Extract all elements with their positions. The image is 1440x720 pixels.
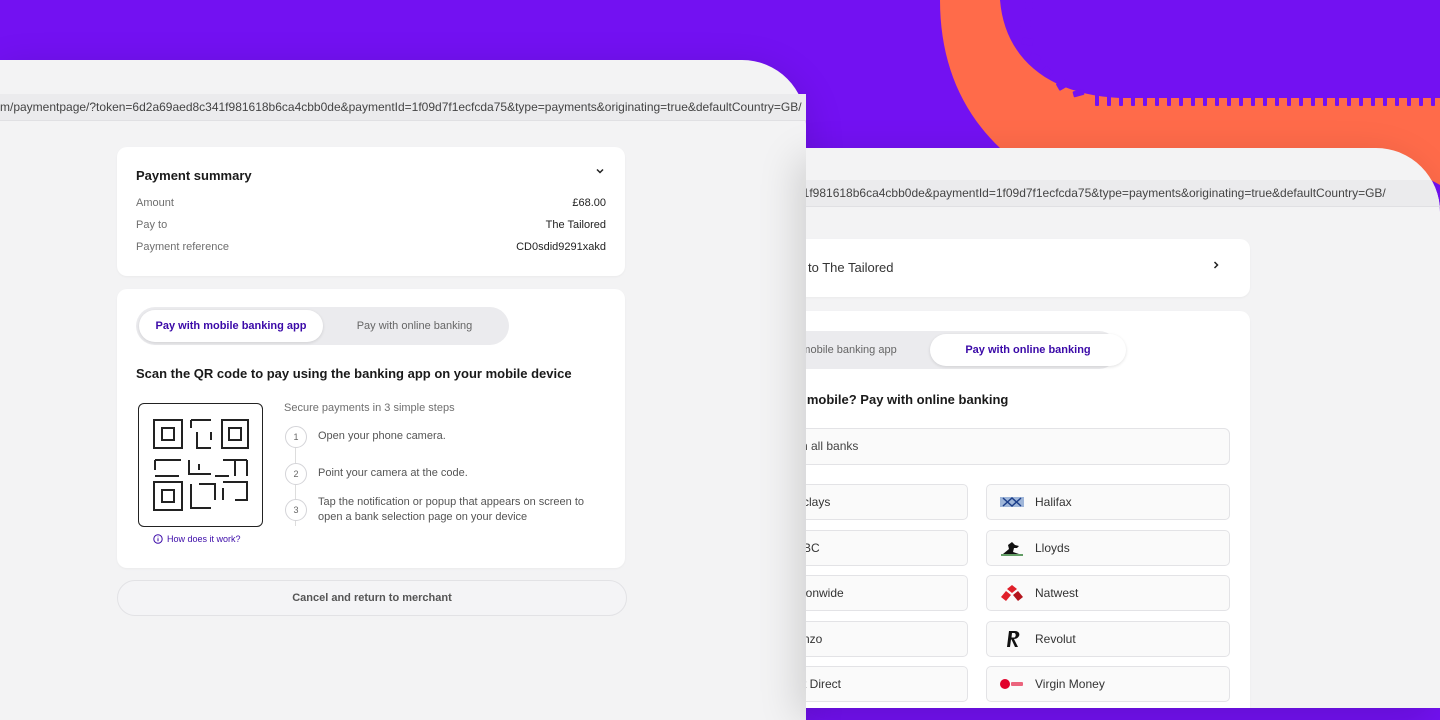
bank-name: Halifax [1035,495,1072,509]
bank-button-virgin-money[interactable]: Virgin Money [986,666,1230,702]
summary-label: Pay to [136,219,168,231]
payment-method-toggle: mobile banking app Pay with online banki… [806,331,1126,369]
virgin-money-icon [1000,679,1023,689]
bank-button-revolut[interactable]: Revolut [986,621,1230,657]
bank-name: BC [806,541,820,555]
bank-button[interactable]: ionwide [806,575,968,611]
cancel-button[interactable]: Cancel and return to merchant [117,580,627,616]
bank-button-natwest[interactable]: Natwest [986,575,1230,611]
payment-summary-collapsed[interactable]: to The Tailored [806,239,1250,297]
dash-row [1095,92,1435,106]
bank-button[interactable]: t Direct [806,666,968,702]
natwest-cubes-icon [1001,585,1023,601]
payment-summary-card: Payment summary Amount £68.00 Pay to The… [117,147,625,276]
payment-method-toggle: Pay with mobile banking app Pay with onl… [136,307,509,345]
payment-method-card: mobile banking app Pay with online banki… [806,311,1250,708]
search-placeholder: h all banks [806,439,859,453]
info-icon [153,534,163,544]
url-text: 41f981618b6ca4cbb0de&paymentId=1f09d7f1e… [806,186,1386,200]
browser-window-right: 41f981618b6ca4cbb0de&paymentId=1f09d7f1e… [806,148,1440,708]
lloyds-horse-icon [1001,542,1023,556]
summary-row-amount: Amount £68.00 [136,197,606,209]
address-bar[interactable]: 41f981618b6ca4cbb0de&paymentId=1f09d7f1e… [806,180,1440,207]
step-number: 2 [285,463,307,485]
revolut-r-icon [1007,631,1020,647]
chevron-down-icon[interactable] [595,165,605,179]
summary-row-reference: Payment reference CD0sdid9291xakd [136,241,606,253]
qr-code [138,403,263,527]
bank-search-input[interactable]: h all banks [806,428,1230,465]
url-text: m/paymentpage/?token=6d2a69aed8c341f9816… [0,100,802,114]
bank-name: Natwest [1035,586,1079,600]
tab-online-banking[interactable]: Pay with online banking [323,310,506,342]
bank-button[interactable]: clays [806,484,968,520]
summary-value: £68.00 [572,197,606,209]
summary-row-pay-to: Pay to The Tailored [136,219,606,231]
bank-button[interactable]: nzo [806,621,968,657]
how-it-works-link[interactable]: How does it work? [153,534,241,544]
steps-title: Secure payments in 3 simple steps [284,402,455,414]
summary-value: CD0sdid9291xakd [516,241,606,253]
bank-name: Virgin Money [1035,677,1105,691]
online-banking-heading: a mobile? Pay with online banking [806,392,1009,407]
summary-label: Amount [136,197,174,209]
step-number: 1 [285,426,307,448]
chevron-right-icon[interactable] [1211,259,1221,273]
qr-heading: Scan the QR code to pay using the bankin… [136,366,572,381]
bank-name: ionwide [806,586,844,600]
bank-name: clays [806,495,831,509]
pay-to-summary: to The Tailored [808,260,894,275]
bank-button[interactable]: BC [806,530,968,566]
bank-name: Revolut [1035,632,1076,646]
tab-mobile-banking[interactable]: mobile banking app [806,334,929,366]
step-text: Tap the notification or popup that appea… [318,496,585,523]
step-text: Point your camera at the code. [318,467,468,479]
tab-online-banking[interactable]: Pay with online banking [930,334,1126,366]
how-it-works-label: How does it work? [167,534,241,544]
bank-name: t Direct [806,677,842,691]
bank-button-lloyds[interactable]: Lloyds [986,530,1230,566]
bank-name: Lloyds [1035,541,1070,555]
payment-summary-title: Payment summary [136,168,252,183]
summary-value: The Tailored [545,219,606,231]
browser-window-left: m/paymentpage/?token=6d2a69aed8c341f9816… [0,60,806,720]
payment-method-card: Pay with mobile banking app Pay with onl… [117,289,625,568]
step-number: 3 [285,499,307,521]
summary-label: Payment reference [136,241,229,253]
halifax-logo-icon [1000,496,1024,508]
tab-mobile-banking[interactable]: Pay with mobile banking app [139,310,323,342]
address-bar[interactable]: m/paymentpage/?token=6d2a69aed8c341f9816… [0,94,806,121]
bank-button-halifax[interactable]: Halifax [986,484,1230,520]
bank-name: nzo [806,632,823,646]
step-text: Open your phone camera. [318,430,446,442]
